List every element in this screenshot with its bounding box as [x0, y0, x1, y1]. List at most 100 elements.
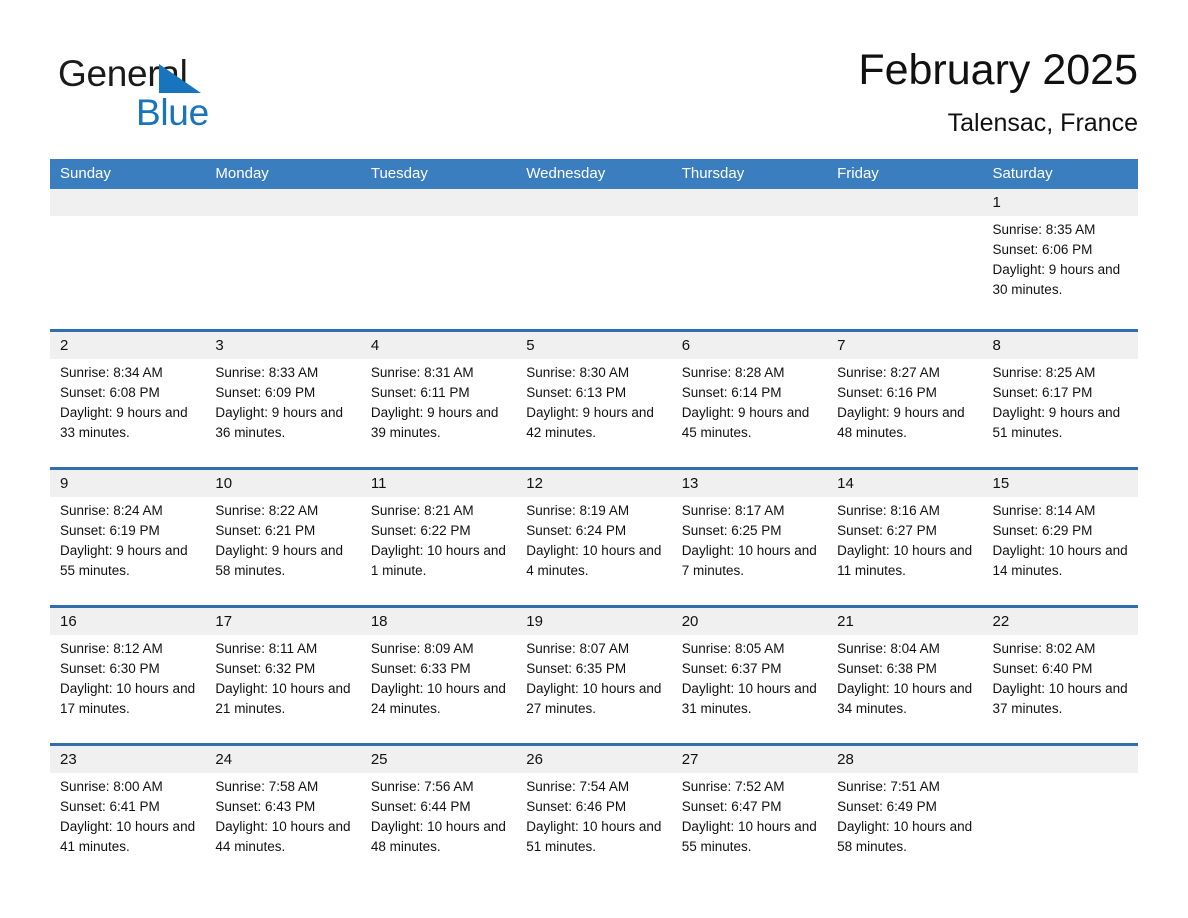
- week-inner: 16 Sunrise: 8:12 AM Sunset: 6:30 PM Dayligh…: [50, 608, 1138, 743]
- day-number: 4: [370, 337, 380, 354]
- sunrise-text: Sunrise: 8:19 AM: [526, 503, 630, 518]
- sunset-text: Sunset: 6:47 PM: [681, 799, 782, 814]
- day-cell[interactable]: 18 Sunrise: 8:09 AM Sunset: 6:33 PM Dayligh…: [361, 608, 516, 743]
- sunrise-text: Sunrise: 8:12 AM: [60, 641, 163, 656]
- sunset-text: Sunset: 6:30 PM: [60, 661, 160, 676]
- page-subtitle: Talensac, France: [947, 109, 1138, 137]
- sunrise-text: Sunrise: 8:35 AM: [992, 222, 1096, 237]
- day-cell[interactable]: 7 Sunrise: 8:27 AM Sunset: 6:16 PM Daylight…: [827, 332, 982, 467]
- day-cell[interactable]: 3 Sunrise: 8:33 AM Sunset: 6:09 PM Daylight…: [205, 332, 360, 467]
- day-number: [60, 189, 195, 216]
- day-cells-row: 9 Sunrise: 8:24 AM Sunset: 6:19 PM Daylight…: [50, 470, 1138, 605]
- calendar-week-row: 2 Sunrise: 8:34 AM Sunset: 6:08 PM Daylight…: [50, 329, 1138, 467]
- sunset-text: Sunset: 6:35 PM: [526, 661, 627, 676]
- day-cell[interactable]: 2 Sunrise: 8:34 AM Sunset: 6:08 PM Daylight…: [50, 332, 205, 467]
- sunset-text: Sunset: 6:43 PM: [215, 799, 316, 814]
- daylight-text: Daylight: 10 hours and 7 minutes.: [681, 543, 817, 578]
- day-cell[interactable]: 12 Sunrise: 8:19 AM Sunset: 6:24 PM Dayligh…: [516, 470, 671, 605]
- daylight-text: Daylight: 10 hours and 21 minutes.: [215, 681, 351, 716]
- day-cell-empty: [983, 746, 1138, 874]
- day-number: 11: [370, 475, 387, 492]
- day-cell[interactable]: 6 Sunrise: 8:28 AM Sunset: 6:14 PM Daylight…: [672, 332, 827, 467]
- day-number: [371, 189, 506, 216]
- day-cell[interactable]: 25 Sunrise: 7:56 AM Sunset: 6:44 PM Dayligh…: [361, 746, 516, 874]
- day-number: 12: [526, 475, 543, 492]
- day-cell[interactable]: 23 Sunrise: 8:00 AM Sunset: 6:41 PM Dayligh…: [50, 746, 205, 874]
- day-cell[interactable]: 17 Sunrise: 8:11 AM Sunset: 6:32 PM Dayligh…: [205, 608, 360, 743]
- weekday-header-saturday: Saturday: [992, 165, 1053, 182]
- day-number: [682, 189, 817, 216]
- daylight-text: Daylight: 9 hours and 58 minutes.: [215, 543, 343, 578]
- day-cells-row: 2 Sunrise: 8:34 AM Sunset: 6:08 PM Daylight…: [50, 332, 1138, 467]
- sunset-text: Sunset: 6:27 PM: [837, 523, 937, 538]
- day-number: 14: [837, 475, 854, 492]
- day-sun-info: Sunrise: 7:56 AM Sunset: 6:44 PM Daylight:…: [371, 777, 506, 857]
- day-cell[interactable]: 5 Sunrise: 8:30 AM Sunset: 6:13 PM Daylight…: [516, 332, 671, 467]
- day-cell[interactable]: 26 Sunrise: 7:54 AM Sunset: 6:46 PM Dayligh…: [516, 746, 671, 874]
- weekday-header-wednesday: Wednesday: [526, 165, 606, 182]
- day-cell[interactable]: 28 Sunrise: 7:51 AM Sunset: 6:49 PM Dayligh…: [827, 746, 982, 874]
- day-cell[interactable]: 24 Sunrise: 7:58 AM Sunset: 6:43 PM Dayligh…: [205, 746, 360, 874]
- day-cell[interactable]: 16 Sunrise: 8:12 AM Sunset: 6:30 PM Dayligh…: [50, 608, 205, 743]
- day-cell[interactable]: 4 Sunrise: 8:31 AM Sunset: 6:11 PM Daylight…: [361, 332, 516, 467]
- calendar-grid: Sunday Monday Tuesday Wednesday Thursday…: [50, 159, 1138, 874]
- day-number: [526, 189, 661, 216]
- day-cell[interactable]: 14 Sunrise: 8:16 AM Sunset: 6:27 PM Dayligh…: [827, 470, 982, 605]
- day-number: 17: [215, 613, 233, 630]
- day-cell[interactable]: 19 Sunrise: 8:07 AM Sunset: 6:35 PM Dayligh…: [516, 608, 671, 743]
- day-number: 2: [60, 337, 69, 354]
- day-cell[interactable]: 27 Sunrise: 7:52 AM Sunset: 6:47 PM Dayligh…: [672, 746, 827, 874]
- page-title: February 2025: [858, 46, 1138, 94]
- day-cell-empty: [50, 189, 205, 329]
- sunrise-text: Sunrise: 8:25 AM: [992, 365, 1096, 380]
- day-sun-info: Sunrise: 8:22 AM Sunset: 6:21 PM Daylight:…: [215, 501, 350, 581]
- day-cell[interactable]: 13 Sunrise: 8:17 AM Sunset: 6:25 PM Dayligh…: [672, 470, 827, 605]
- day-sun-info: Sunrise: 8:34 AM Sunset: 6:08 PM Daylight:…: [60, 363, 195, 443]
- day-number: 15: [992, 475, 1010, 492]
- day-cell[interactable]: 9 Sunrise: 8:24 AM Sunset: 6:19 PM Daylight…: [50, 470, 205, 605]
- sunset-text: Sunset: 6:08 PM: [60, 385, 160, 400]
- daylight-text: Daylight: 10 hours and 58 minutes.: [837, 819, 973, 854]
- day-sun-info: Sunrise: 8:05 AM Sunset: 6:37 PM Daylight:…: [682, 639, 817, 719]
- day-cell[interactable]: 1 Sunrise: 8:35 AM Sunset: 6:06 PM Daylight…: [983, 189, 1138, 329]
- day-sun-info: Sunrise: 8:28 AM Sunset: 6:14 PM Daylight:…: [682, 363, 817, 443]
- sunset-text: Sunset: 6:11 PM: [370, 385, 470, 400]
- sunrise-text: Sunrise: 8:07 AM: [526, 641, 630, 656]
- day-cell[interactable]: 15 Sunrise: 8:14 AM Sunset: 6:29 PM Dayligh…: [983, 470, 1138, 605]
- day-number: 16: [60, 613, 77, 630]
- day-number: 23: [60, 751, 77, 768]
- day-number: [837, 189, 972, 216]
- daylight-text: Daylight: 10 hours and 31 minutes.: [681, 681, 817, 716]
- day-number: 8: [992, 337, 1001, 354]
- day-cell[interactable]: 20 Sunrise: 8:05 AM Sunset: 6:37 PM Dayligh…: [672, 608, 827, 743]
- day-number: 6: [681, 337, 691, 354]
- day-cell[interactable]: 8 Sunrise: 8:25 AM Sunset: 6:17 PM Daylight…: [983, 332, 1138, 467]
- day-sun-info: Sunrise: 7:54 AM Sunset: 6:46 PM Daylight:…: [526, 777, 661, 857]
- day-cell-empty: [205, 189, 360, 329]
- day-number: 28: [837, 751, 854, 768]
- daylight-text: Daylight: 10 hours and 11 minutes.: [837, 543, 973, 578]
- daylight-text: Daylight: 10 hours and 44 minutes.: [215, 819, 351, 854]
- day-cell[interactable]: 11 Sunrise: 8:21 AM Sunset: 6:22 PM Dayligh…: [361, 470, 516, 605]
- sunrise-text: Sunrise: 8:09 AM: [370, 641, 474, 656]
- calendar-week-row: 23 Sunrise: 8:00 AM Sunset: 6:41 PM Dayligh…: [50, 743, 1138, 874]
- day-cell-empty: [827, 189, 982, 329]
- sunset-text: Sunset: 6:32 PM: [215, 661, 316, 676]
- day-cell[interactable]: 22 Sunrise: 8:02 AM Sunset: 6:40 PM Dayligh…: [983, 608, 1138, 743]
- daylight-text: Daylight: 10 hours and 34 minutes.: [837, 681, 973, 716]
- sunrise-text: Sunrise: 8:14 AM: [992, 503, 1096, 518]
- sunrise-text: Sunrise: 8:21 AM: [370, 503, 474, 518]
- day-cell[interactable]: 10 Sunrise: 8:22 AM Sunset: 6:21 PM Dayligh…: [205, 470, 360, 605]
- sunrise-text: Sunrise: 7:52 AM: [681, 779, 785, 794]
- day-number: 21: [837, 613, 854, 630]
- daylight-text: Daylight: 10 hours and 27 minutes.: [526, 681, 662, 716]
- day-sun-info: Sunrise: 7:52 AM Sunset: 6:47 PM Daylight:…: [682, 777, 817, 857]
- day-cell[interactable]: 21 Sunrise: 8:04 AM Sunset: 6:38 PM Dayligh…: [827, 608, 982, 743]
- calendar-week-row: 1 Sunrise: 8:35 AM Sunset: 6:06 PM Daylight…: [50, 189, 1138, 329]
- calendar-page: General Blue February 2025 Talensac, Fra…: [0, 0, 1188, 918]
- day-number: 7: [837, 337, 846, 354]
- day-sun-info: Sunrise: 8:07 AM Sunset: 6:35 PM Daylight:…: [526, 639, 661, 719]
- day-sun-info: Sunrise: 7:51 AM Sunset: 6:49 PM Daylight:…: [837, 777, 972, 857]
- daylight-text: Daylight: 10 hours and 14 minutes.: [992, 543, 1128, 578]
- calendar-week-row: 9 Sunrise: 8:24 AM Sunset: 6:19 PM Daylight…: [50, 467, 1138, 605]
